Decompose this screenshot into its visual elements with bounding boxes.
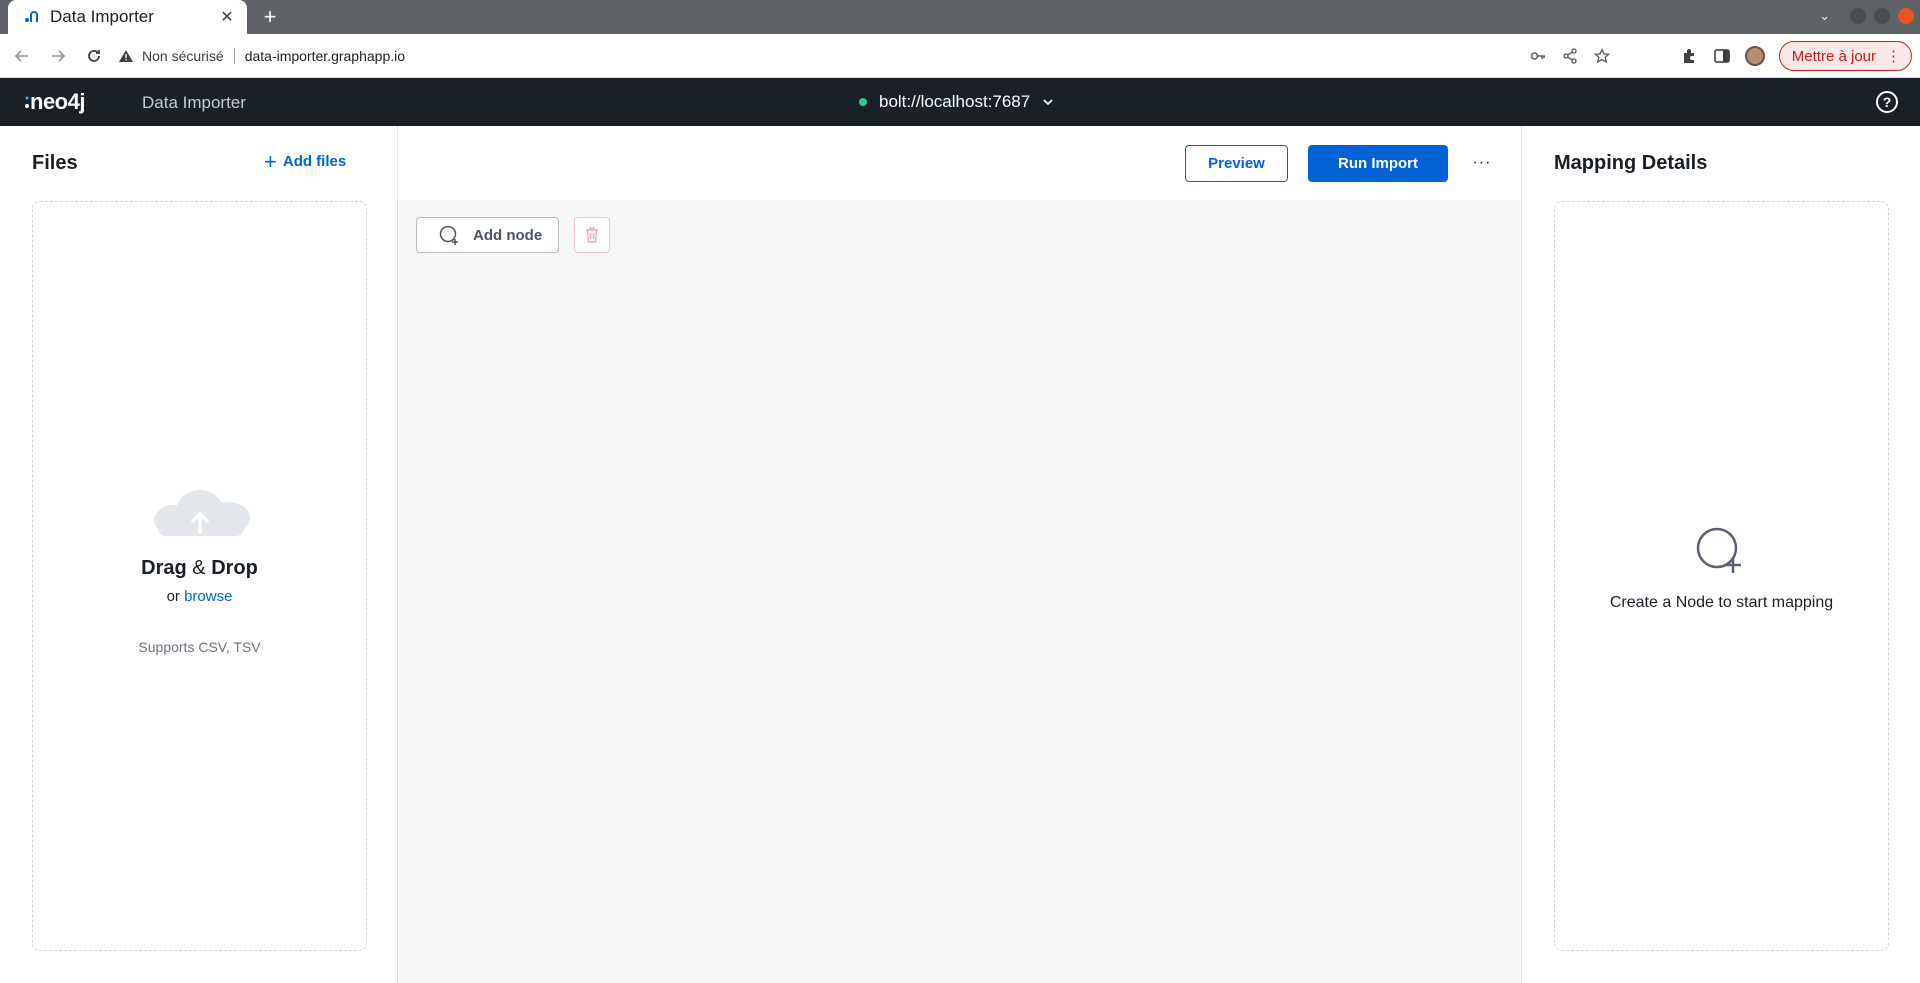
browser-toolbar: Non sécurisé data-importer.graphapp.io M… [0, 34, 1920, 78]
app-header: neo4j Data Importer bolt://localhost:768… [0, 78, 1920, 126]
tab-title: Data Importer [50, 7, 154, 26]
trash-icon [586, 227, 598, 243]
browser-tabstrip: Data Importer ✕ + ⌄ [0, 0, 1920, 34]
close-window-button[interactable] [1898, 8, 1914, 24]
url-text[interactable]: data-importer.graphapp.io [245, 48, 405, 64]
mapping-empty-text: Create a Node to start mapping [1609, 594, 1834, 611]
files-panel: Files + Add files Drag & Drop or browse … [0, 126, 398, 983]
dropzone-content: Drag & Drop or browse Supports CSV, TSV [33, 482, 366, 655]
add-files-button[interactable]: + Add files [264, 148, 347, 174]
mapping-details-title: Mapping Details [1554, 152, 1708, 174]
delete-button[interactable] [574, 217, 610, 253]
supported-formats: Supports CSV, TSV [138, 639, 261, 655]
add-node-button[interactable]: Add node [416, 217, 559, 253]
forward-button[interactable] [44, 42, 72, 70]
files-title: Files [32, 152, 78, 174]
back-button[interactable] [8, 42, 36, 70]
side-panel-icon[interactable] [1713, 47, 1731, 65]
extensions-puzzle-icon[interactable] [1681, 47, 1699, 65]
window-controls: ⌄ [1819, 8, 1914, 24]
mapping-empty-content: Create a Node to start mapping [1555, 527, 1888, 612]
new-tab-button[interactable]: + [258, 4, 282, 29]
address-bar[interactable]: Non sécurisé data-importer.graphapp.io [110, 40, 1620, 72]
add-files-label: Add files [282, 153, 347, 170]
chevron-down-icon [1043, 99, 1053, 106]
neo4j-favicon-icon [24, 9, 40, 25]
maximize-button[interactable] [1874, 8, 1890, 24]
browser-tab[interactable]: Data Importer ✕ [8, 0, 247, 34]
tab-search-icon[interactable]: ⌄ [1819, 8, 1830, 24]
profile-avatar[interactable] [1744, 46, 1765, 66]
help-icon[interactable]: ? [1876, 91, 1898, 113]
browse-link[interactable]: browse [184, 588, 232, 605]
add-node-icon [1696, 527, 1741, 573]
or-text: or [166, 588, 180, 605]
update-label: Mettre à jour [1791, 47, 1876, 65]
warning-icon[interactable] [118, 48, 134, 64]
cloud-upload-icon [153, 490, 250, 536]
connection-selector[interactable]: bolt://localhost:7687 [859, 92, 1054, 112]
ampersand: & [192, 557, 206, 579]
mapping-details-panel: Mapping Details Create a Node to start m… [1521, 126, 1920, 983]
file-dropzone[interactable]: Drag & Drop or browse Supports CSV, TSV [32, 201, 367, 951]
dropzone-or-line: or browse [33, 588, 366, 605]
toolbar-right: Mettre à jour ⋮ [1681, 34, 1920, 78]
back-arrow-icon [14, 49, 28, 62]
share-icon[interactable] [1562, 48, 1578, 64]
omnibox-actions [1530, 48, 1610, 64]
close-tab-icon[interactable]: ✕ [217, 7, 237, 27]
bookmark-star-icon[interactable] [1594, 48, 1610, 64]
connection-url: bolt://localhost:7687 [879, 92, 1031, 111]
reload-button[interactable] [80, 42, 108, 70]
canvas-toolbar: Preview Run Import ··· [399, 126, 1521, 200]
key-icon[interactable] [1530, 48, 1546, 64]
drag-word: Drag [141, 557, 187, 579]
add-node-icon [439, 225, 458, 245]
forward-arrow-icon [52, 49, 66, 62]
dropzone-title: Drag & Drop [33, 557, 366, 580]
add-node-label: Add node [473, 226, 543, 244]
minimize-button[interactable] [1850, 8, 1866, 24]
plus-icon: + [264, 148, 277, 174]
connection-status-dot [859, 98, 867, 106]
more-options-button[interactable]: ··· [1467, 148, 1497, 178]
run-import-button[interactable]: Run Import [1308, 145, 1448, 182]
preview-button[interactable]: Preview [1185, 145, 1288, 182]
logo-text: neo4j [30, 89, 85, 114]
mapping-empty-state: Create a Node to start mapping [1554, 201, 1889, 951]
app-name: Data Importer [142, 93, 246, 112]
security-label[interactable]: Non sécurisé [142, 48, 224, 64]
reload-icon [88, 49, 100, 62]
omnibox-separator [233, 48, 235, 64]
kebab-menu-icon: ⋮ [1886, 48, 1901, 65]
drop-word: Drop [211, 557, 258, 579]
neo4j-logo[interactable]: neo4j [24, 88, 85, 116]
model-canvas[interactable]: Preview Run Import ··· Add node [399, 126, 1521, 983]
update-browser-button[interactable]: Mettre à jour ⋮ [1778, 41, 1912, 71]
